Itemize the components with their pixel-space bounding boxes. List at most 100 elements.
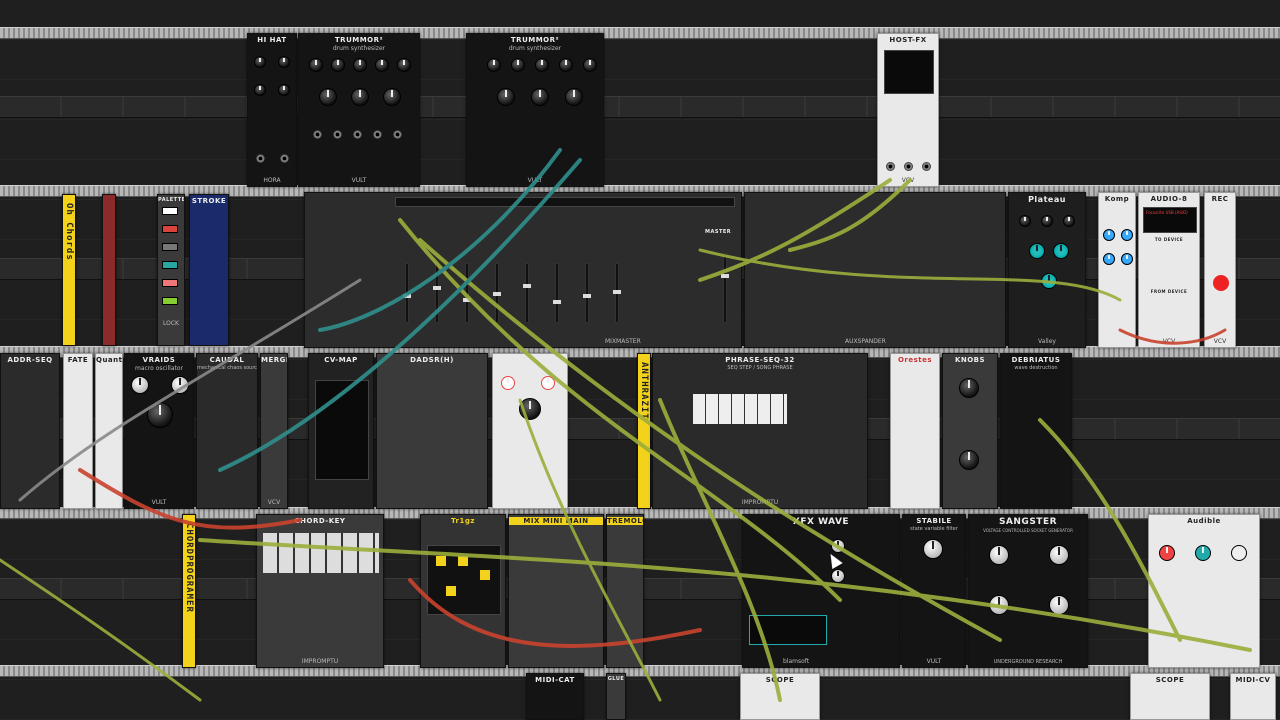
channel-fader[interactable] xyxy=(433,263,441,323)
jack[interactable] xyxy=(280,154,289,163)
trummor-module[interactable]: TRUMMOR² drum synthesizer VULT xyxy=(466,33,604,187)
record-button[interactable] xyxy=(1213,275,1229,291)
glue-module[interactable]: GLUE xyxy=(606,673,626,720)
knob[interactable] xyxy=(1121,229,1133,241)
knob[interactable] xyxy=(278,56,290,68)
debriatus-module[interactable]: DEBRIATUS wave destruction xyxy=(1000,353,1072,509)
color-swatch-red[interactable] xyxy=(162,225,178,233)
trigger-pattern-module[interactable]: Tr1gz xyxy=(420,514,506,668)
knob[interactable] xyxy=(131,376,149,394)
jack[interactable] xyxy=(333,130,342,139)
knob[interactable] xyxy=(511,58,525,72)
caudal-module[interactable]: CAUDAL mechanical chaos source xyxy=(196,353,258,509)
vraids-module[interactable]: VRAIDS macro oscillator VULT xyxy=(124,353,194,509)
trummor-module[interactable]: TRUMMOR² drum synthesizer VULT xyxy=(298,33,420,187)
midi-cv-module[interactable]: MIDI-CV xyxy=(1230,673,1276,720)
channel-fader[interactable] xyxy=(493,263,501,323)
knob[interactable] xyxy=(171,376,189,394)
channel-fader[interactable] xyxy=(613,263,621,323)
chord-key-module[interactable]: CHORD-KEY IMPROMPTU xyxy=(256,514,384,668)
color-swatch-pink[interactable] xyxy=(162,279,178,287)
master-fader[interactable] xyxy=(721,253,729,323)
knob[interactable] xyxy=(147,402,173,428)
knob[interactable] xyxy=(959,378,979,398)
stabile-module[interactable]: STABILE state variable filter VULT xyxy=(902,514,966,668)
knob[interactable] xyxy=(1049,595,1069,615)
knob[interactable] xyxy=(1231,545,1247,561)
knob[interactable] xyxy=(487,58,501,72)
addr-seq-module[interactable]: ADDR-SEQ xyxy=(0,353,60,509)
knob[interactable] xyxy=(1053,243,1069,259)
phrase-seq-32-module[interactable]: PHRASE-SEQ-32 SEQ STEP / SONG PHRASE IMP… xyxy=(652,353,868,509)
knob[interactable] xyxy=(254,56,266,68)
knob[interactable] xyxy=(319,88,337,106)
knob[interactable] xyxy=(501,376,515,390)
jack[interactable] xyxy=(393,130,402,139)
knob[interactable] xyxy=(254,84,266,96)
jack[interactable] xyxy=(353,130,362,139)
knob[interactable] xyxy=(541,376,555,390)
color-swatch-green[interactable] xyxy=(162,297,178,305)
xfx-wave-module[interactable]: XFX WAVE blamsoft xyxy=(742,514,900,668)
palette-module[interactable]: PALETTE LOCK xyxy=(157,194,185,346)
knob[interactable] xyxy=(353,58,367,72)
knob[interactable] xyxy=(531,88,549,106)
anthrazit-module[interactable]: ANTHRAZIT xyxy=(637,353,651,509)
jack[interactable] xyxy=(904,162,913,171)
mixmaster-module[interactable]: MASTER MIXMASTER xyxy=(304,192,742,348)
knob[interactable] xyxy=(1103,229,1115,241)
knob[interactable] xyxy=(1121,253,1133,265)
audio-8-module[interactable]: AUDIO-8 Focusrite USB (ASIO) TO DEVICE F… xyxy=(1138,192,1200,348)
audible-module[interactable]: Audible xyxy=(1148,514,1260,668)
knob[interactable] xyxy=(375,58,389,72)
host-fx-module[interactable]: HOST-FX VCV xyxy=(877,33,939,187)
knob[interactable] xyxy=(565,88,583,106)
rack-canvas[interactable]: HI HAT HORA TRUMMOR² drum synthesizer VU… xyxy=(0,0,1280,720)
plateau-module[interactable]: Plateau Valley xyxy=(1008,192,1086,348)
cv-map-module[interactable]: CV-MAP xyxy=(308,353,374,509)
knob[interactable] xyxy=(519,398,541,420)
channel-fader[interactable] xyxy=(463,263,471,323)
jack[interactable] xyxy=(922,162,931,171)
knob[interactable] xyxy=(383,88,401,106)
channel-fader[interactable] xyxy=(403,263,411,323)
knob[interactable] xyxy=(1063,215,1075,227)
sangster-module[interactable]: SANGSTER VOLTAGE CONTROLLED SOCKET GENER… xyxy=(968,514,1088,668)
color-swatch-grey[interactable] xyxy=(162,243,178,251)
knob[interactable] xyxy=(278,84,290,96)
scope-module[interactable]: SCOPE xyxy=(1130,673,1210,720)
knob[interactable] xyxy=(989,545,1009,565)
knob[interactable] xyxy=(1103,253,1115,265)
keyboard[interactable] xyxy=(693,394,787,424)
mixer-track-labels[interactable] xyxy=(395,197,735,207)
knob[interactable] xyxy=(583,58,597,72)
knob[interactable] xyxy=(923,539,943,559)
orestes-module[interactable]: Orestes xyxy=(890,353,940,509)
jack[interactable] xyxy=(313,130,322,139)
komp-module[interactable]: Komp xyxy=(1098,192,1136,348)
plugin-display[interactable] xyxy=(884,50,934,94)
midi-cat-module[interactable]: MIDI-CAT xyxy=(526,673,584,720)
knob[interactable] xyxy=(959,450,979,470)
color-swatch-white[interactable] xyxy=(162,207,178,215)
knob[interactable] xyxy=(559,58,573,72)
stroke-module[interactable]: STROKE xyxy=(189,194,229,346)
knob[interactable] xyxy=(1041,273,1057,289)
keyboard[interactable] xyxy=(263,533,379,573)
channel-fader[interactable] xyxy=(583,263,591,323)
fate-module[interactable]: FATE xyxy=(63,353,93,509)
knobs-module[interactable]: KNOBS xyxy=(942,353,998,509)
dadsrh-module[interactable]: DADSR(H) xyxy=(376,353,488,509)
jack[interactable] xyxy=(256,154,265,163)
device-display[interactable]: Focusrite USB (ASIO) xyxy=(1143,207,1197,233)
merge-module[interactable]: MERGE VCV xyxy=(260,353,288,509)
knob[interactable] xyxy=(1159,545,1175,561)
rec-module[interactable]: REC VCV xyxy=(1204,192,1236,348)
chordprogramer-module[interactable]: CHORDPROGRAMER xyxy=(182,514,196,668)
knob[interactable] xyxy=(1195,545,1211,561)
knob[interactable] xyxy=(497,88,515,106)
knob[interactable] xyxy=(989,595,1009,615)
hihat-module[interactable]: HI HAT HORA xyxy=(247,33,297,187)
tremolo-module[interactable]: TREMOLO xyxy=(606,514,644,668)
knob[interactable] xyxy=(351,88,369,106)
